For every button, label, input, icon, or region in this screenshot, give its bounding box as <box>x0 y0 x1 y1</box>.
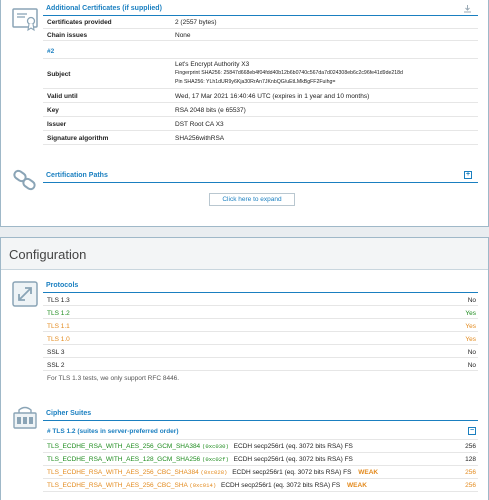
protocol-status: Yes <box>465 336 476 343</box>
table-row: Chain issues None <box>43 29 478 41</box>
cipher-key-exchange: ECDH secp256r1 (eq. 3072 bits RSA) FS <box>233 456 353 463</box>
cipher-bits: 256 <box>465 443 476 450</box>
cipher-bits: 128 <box>465 456 476 463</box>
protocol-status: Yes <box>465 310 476 317</box>
protocol-status: No <box>467 297 476 304</box>
protocol-name: TLS 1.3 <box>47 297 70 304</box>
protocols-note: For TLS 1.3 tests, we only support RFC 8… <box>47 375 180 382</box>
configuration-title: Configuration <box>9 247 87 262</box>
table-row: Certificates provided 2 (2557 bytes) <box>43 16 478 29</box>
cipher-code: (0xc014) <box>189 482 217 489</box>
cipher-name: TLS_ECDHE_RSA_WITH_AES_256_CBC_SHA384 <box>47 469 199 476</box>
additional-certificates-title: Additional Certificates (if supplied) <box>46 5 162 12</box>
table-row: Issuer DST Root CA X3 <box>43 117 478 131</box>
cipher-bits: 256 <box>465 469 476 476</box>
row-value: Wed, 17 Mar 2021 16:40:46 UTC (expires i… <box>175 93 370 100</box>
protocols-title: Protocols <box>46 282 79 289</box>
section-divider <box>43 182 478 183</box>
weak-badge: WEAK <box>347 482 367 489</box>
protocol-name: TLS 1.1 <box>47 323 70 330</box>
cipher-name: TLS_ECDHE_RSA_WITH_AES_256_CBC_SHA <box>47 482 188 489</box>
configuration-panel: Configuration Protocols TLS 1.3 No TLS 1… <box>0 237 489 500</box>
cipher-code: (0xc028) <box>200 469 228 476</box>
cipher-key-exchange: ECDH secp256r1 (eq. 3072 bits RSA) FS <box>233 443 353 450</box>
download-icon[interactable] <box>463 4 472 15</box>
row-value: DST Root CA X3 <box>175 121 224 128</box>
row-key: Issuer <box>47 121 67 128</box>
protocol-row: TLS 1.1 Yes <box>43 319 478 332</box>
row-key: Valid until <box>47 93 78 100</box>
protocol-row: TLS 1.3 No <box>43 293 478 306</box>
cipher-row: TLS_ECDHE_RSA_WITH_AES_128_GCM_SHA256 (0… <box>43 453 478 466</box>
cipher-info: TLS_ECDHE_RSA_WITH_AES_256_GCM_SHA384 (0… <box>47 443 353 450</box>
protocol-row: TLS 1.2 Yes <box>43 306 478 319</box>
collapse-minus-icon[interactable]: − <box>468 427 476 435</box>
row-value: 2 (2557 bytes) <box>175 19 217 26</box>
row-key: Chain issues <box>47 32 88 39</box>
subject-fingerprint: Fingerprint SHA256: 25847d668eb4f04fdd40… <box>175 70 403 76</box>
cipher-bits: 256 <box>465 482 476 489</box>
cipher-code: (0xc02f) <box>202 456 229 463</box>
cipher-row: TLS_ECDHE_RSA_WITH_AES_256_CBC_SHA384 (0… <box>43 466 478 479</box>
protocol-name: SSL 2 <box>47 362 65 369</box>
cipher-key-exchange: ECDH secp256r1 (eq. 3072 bits RSA) FS <box>221 482 341 489</box>
cert-index-label: #2 <box>47 48 55 55</box>
cipher-suites-title: Cipher Suites <box>46 410 92 417</box>
subject-name: Let's Encrypt Authority X3 <box>175 61 250 68</box>
protocol-name: TLS 1.0 <box>47 336 70 343</box>
sub-header-row: #2 <box>43 41 478 59</box>
row-key: Signature algorithm <box>47 135 109 142</box>
cipher-row: TLS_ECDHE_RSA_WITH_AES_256_GCM_SHA384 (0… <box>43 440 478 453</box>
cipher-group-title: # TLS 1.2 (suites in server-preferred or… <box>47 428 179 435</box>
chain-link-icon <box>12 168 38 194</box>
protocols-icon <box>12 281 38 309</box>
protocol-row: TLS 1.0 Yes <box>43 332 478 345</box>
protocol-row: SSL 3 No <box>43 345 478 358</box>
table-row: Subject Let's Encrypt Authority X3 Finge… <box>43 59 478 89</box>
row-key: Subject <box>47 71 71 78</box>
cipher-info: TLS_ECDHE_RSA_WITH_AES_256_CBC_SHA (0xc0… <box>47 482 367 489</box>
row-key: Certificates provided <box>47 19 112 26</box>
protocol-name: SSL 3 <box>47 349 65 356</box>
table-row: Signature algorithm SHA256withRSA <box>43 131 478 145</box>
cipher-row: TLS_ECDHE_RSA_WITH_AES_256_CBC_SHA (0xc0… <box>43 479 478 492</box>
certificate-icon <box>12 6 38 34</box>
row-key: Key <box>47 107 59 114</box>
expand-plus-icon[interactable]: + <box>464 171 472 179</box>
table-row: Key RSA 2048 bits (e 65537) <box>43 103 478 117</box>
additional-certificates-panel: Additional Certificates (if supplied) Ce… <box>0 0 489 227</box>
cipher-group-header: # TLS 1.2 (suites in server-preferred or… <box>43 421 478 440</box>
certification-paths-title: Certification Paths <box>46 172 108 179</box>
weak-badge: WEAK <box>358 469 379 476</box>
protocol-row: SSL 2 No <box>43 358 478 371</box>
protocol-status: Yes <box>465 323 476 330</box>
row-value: RSA 2048 bits (e 65537) <box>175 107 246 114</box>
cipher-info: TLS_ECDHE_RSA_WITH_AES_128_GCM_SHA256 (0… <box>47 456 353 463</box>
protocol-status: No <box>467 349 476 356</box>
cipher-suites-icon <box>12 405 38 433</box>
row-value: None <box>175 32 191 39</box>
table-row: Valid until Wed, 17 Mar 2021 16:40:46 UT… <box>43 89 478 103</box>
cipher-code: (0xc030) <box>202 443 229 450</box>
cipher-name: TLS_ECDHE_RSA_WITH_AES_128_GCM_SHA256 <box>47 456 201 463</box>
protocol-status: No <box>467 362 476 369</box>
subject-pin: Pin SHA256: YLh1dUR9y6Kja30RrAn7JKnbQG/u… <box>175 79 336 85</box>
row-value: SHA256withRSA <box>175 135 225 142</box>
cipher-info: TLS_ECDHE_RSA_WITH_AES_256_CBC_SHA384 (0… <box>47 469 378 476</box>
expand-button[interactable]: Click here to expand <box>209 193 295 206</box>
cipher-key-exchange: ECDH secp256r1 (eq. 3072 bits RSA) FS <box>232 469 352 476</box>
protocol-name: TLS 1.2 <box>47 310 70 317</box>
cipher-name: TLS_ECDHE_RSA_WITH_AES_256_GCM_SHA384 <box>47 443 201 450</box>
